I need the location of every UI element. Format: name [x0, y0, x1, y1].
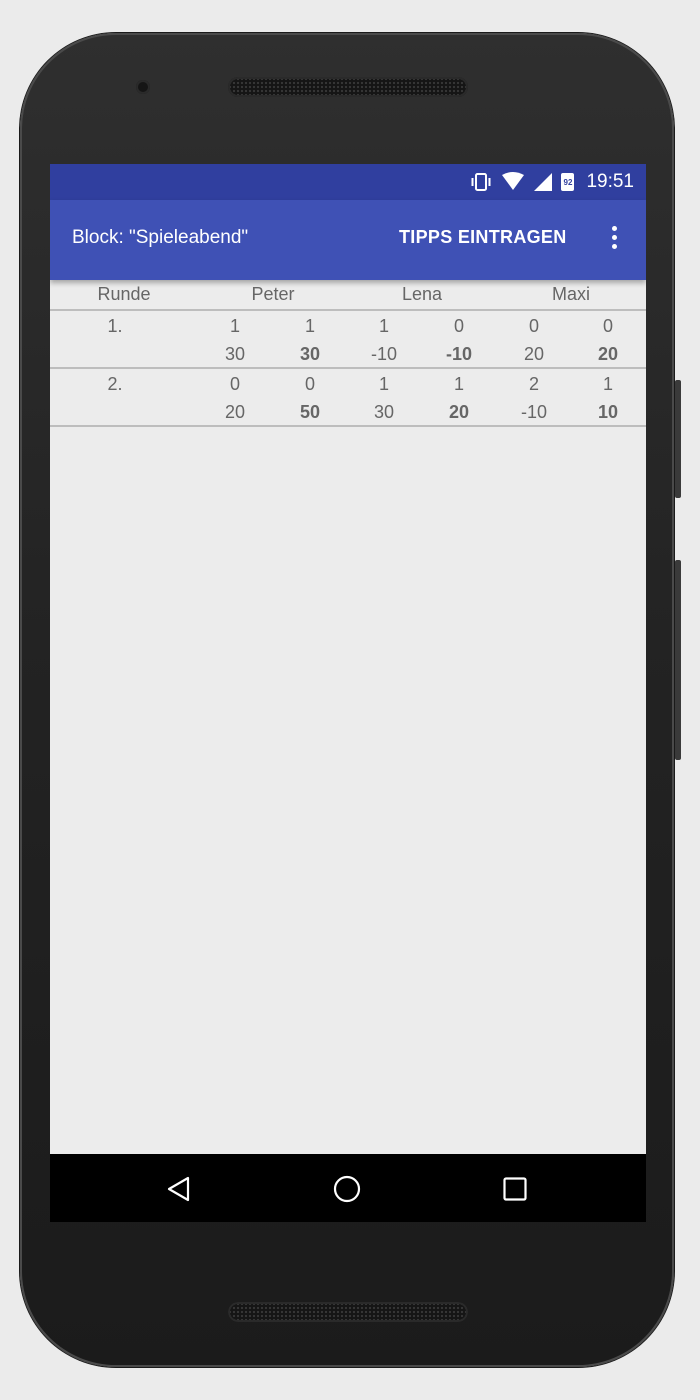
total-cell: 50 [299, 402, 321, 422]
header-player-peter: Peter [251, 284, 295, 304]
header-runde: Runde [97, 284, 151, 304]
score-cell: -10 [370, 344, 397, 364]
score-cell: 30 [224, 344, 246, 364]
total-cell: 20 [448, 402, 470, 422]
top-speaker-grille [228, 77, 468, 97]
bid-cell: 2 [528, 374, 539, 394]
round-label: 2. [107, 374, 123, 394]
bid-cell: 0 [229, 374, 240, 394]
bid-cell: 1 [229, 316, 240, 336]
table-row: 2. 0 0 1 1 2 1 20 50 30 20 -10 10 [50, 369, 646, 427]
back-icon[interactable] [166, 1176, 192, 1202]
app-title: Block: "Spieleabend" [72, 227, 249, 248]
total-cell: 20 [597, 344, 619, 364]
bid-cell: 0 [304, 374, 315, 394]
front-camera [136, 80, 150, 94]
status-bar: 92 19:51 [50, 164, 646, 200]
score-cell: 20 [224, 402, 246, 422]
more-vert-icon[interactable] [607, 226, 621, 254]
score-cell: 30 [373, 402, 395, 422]
app-bar: Block: "Spieleabend" TIPPS EINTRAGEN [50, 200, 646, 280]
total-cell: 10 [597, 402, 619, 422]
total-cell: -10 [445, 344, 472, 364]
bid-cell: 0 [453, 316, 464, 336]
bottom-speaker-grille [228, 1302, 468, 1322]
table-header-row: Runde Peter Lena Maxi [50, 280, 646, 311]
battery-level: 92 [563, 177, 573, 187]
cell-signal-icon [534, 173, 553, 191]
total-cell: 30 [299, 344, 321, 364]
tipps-eintragen-button[interactable]: TIPPS EINTRAGEN [399, 227, 567, 248]
bid-cell: 0 [528, 316, 539, 336]
score-cell: -10 [520, 402, 547, 422]
header-player-lena: Lena [401, 284, 443, 304]
bid-cell: 1 [602, 374, 613, 394]
power-button [675, 380, 681, 498]
bid-cell: 1 [453, 374, 464, 394]
battery-icon: 92 [561, 173, 575, 191]
volume-button [675, 560, 681, 760]
home-icon[interactable] [333, 1175, 361, 1203]
round-label: 1. [107, 316, 123, 336]
header-player-maxi: Maxi [551, 284, 590, 304]
vibrate-icon [471, 173, 491, 191]
recents-icon[interactable] [503, 1177, 527, 1201]
score-table: Runde Peter Lena Maxi 1. 1 1 1 0 0 0 30 … [50, 280, 646, 427]
status-time: 19:51 [586, 171, 634, 192]
score-cell: 20 [523, 344, 545, 364]
bid-cell: 0 [602, 316, 613, 336]
bid-cell: 1 [378, 374, 389, 394]
table-row: 1. 1 1 1 0 0 0 30 30 -10 -10 20 20 [50, 311, 646, 369]
navigation-bar [50, 1154, 646, 1222]
screen: 92 19:51 Block: "Spieleabend" TIPPS EINT… [50, 164, 646, 1222]
wifi-icon [502, 172, 525, 190]
bid-cell: 1 [304, 316, 315, 336]
bid-cell: 1 [378, 316, 389, 336]
